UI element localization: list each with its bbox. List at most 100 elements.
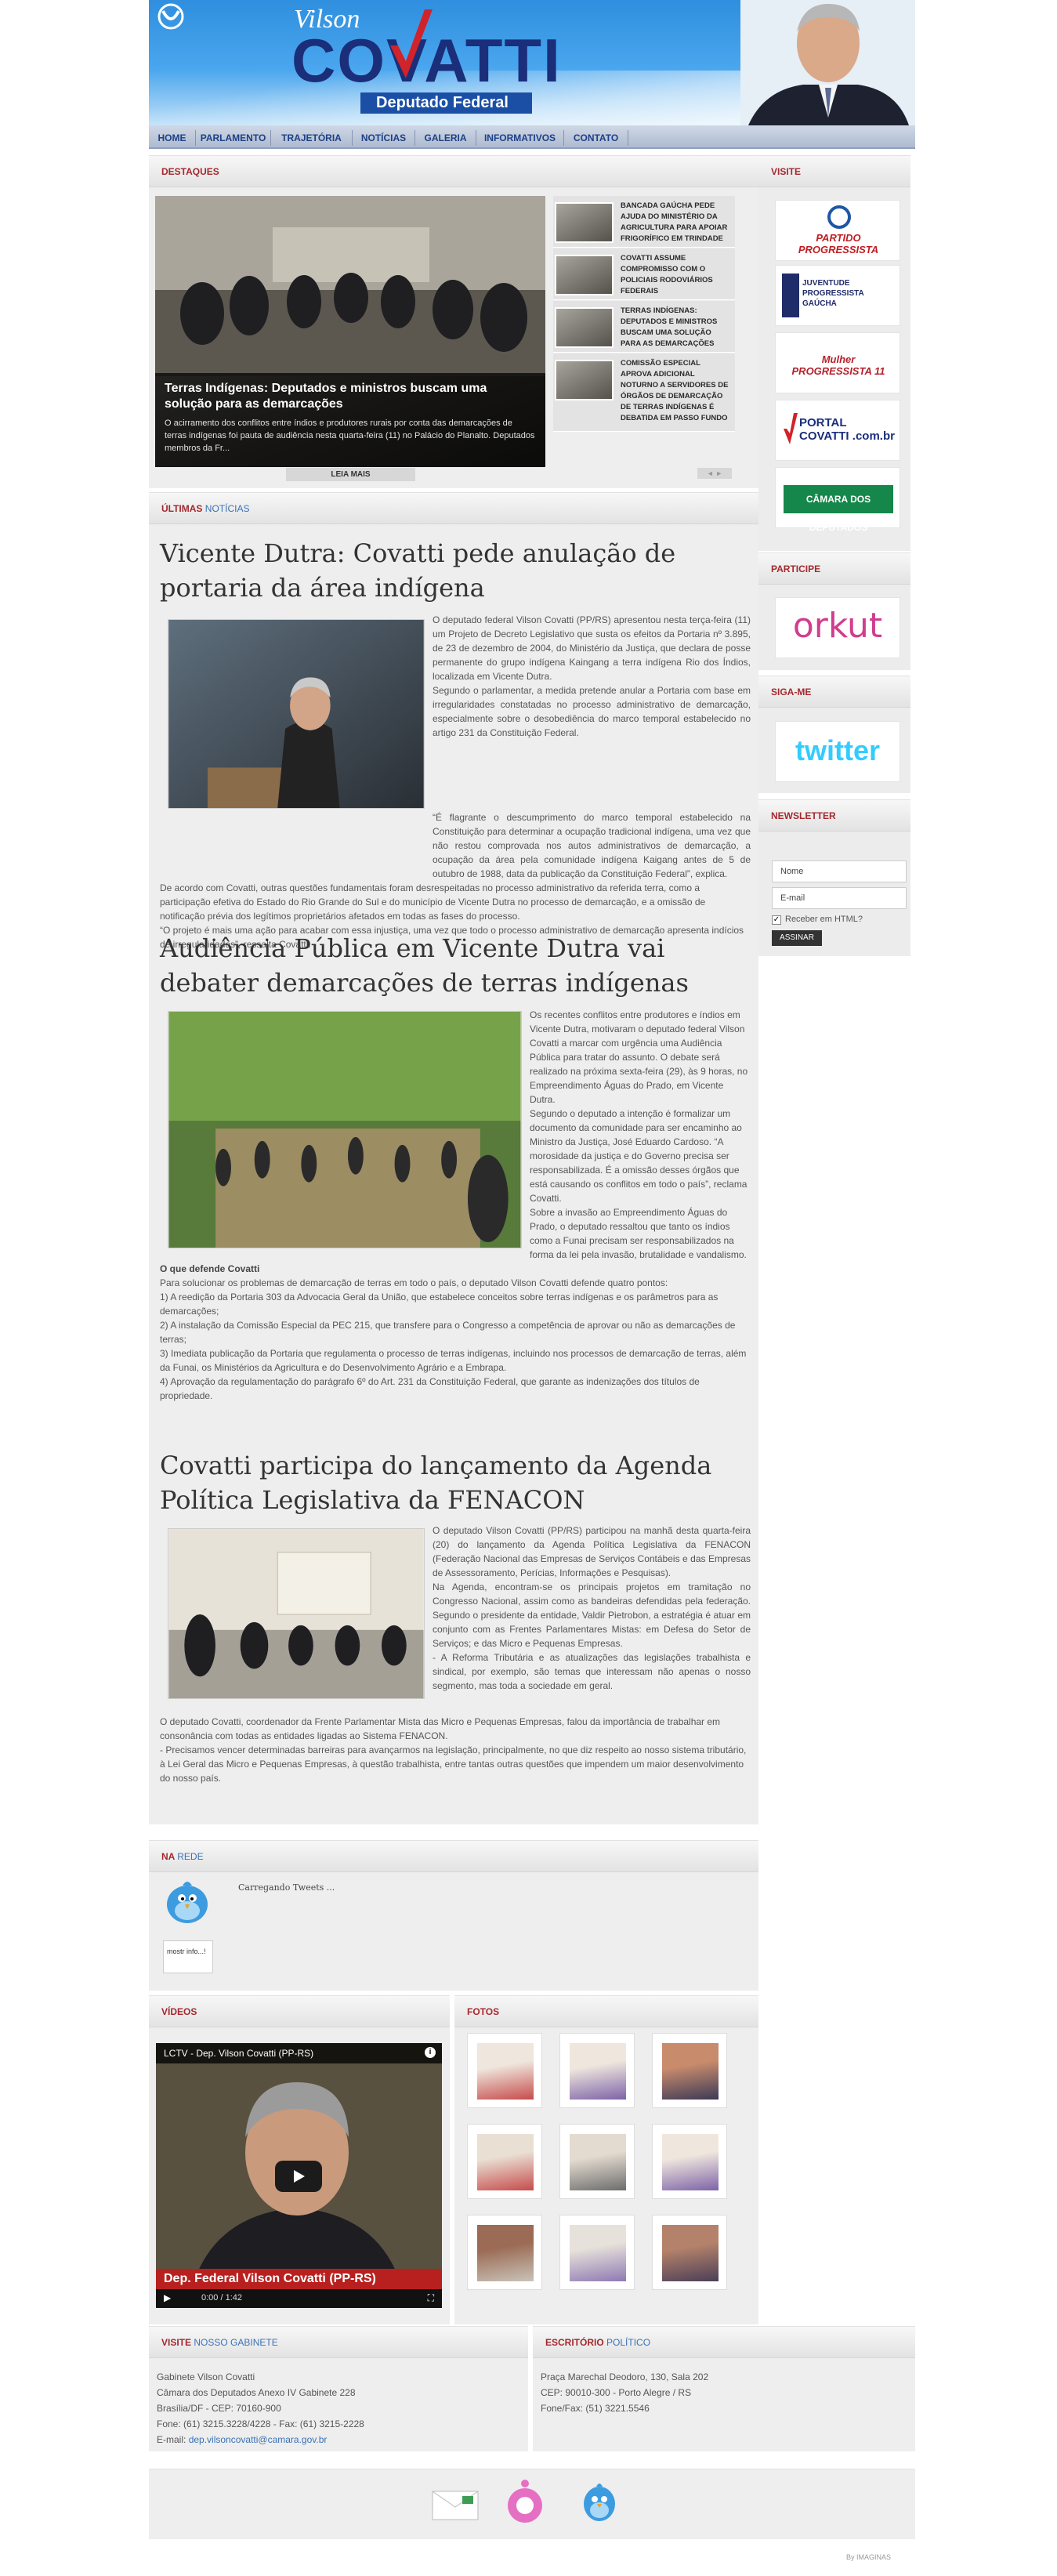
photo-thumbnail[interactable] xyxy=(652,2215,727,2290)
logo-juventude[interactable]: JUVENTUDE PROGRESSISTA GAÚCHA xyxy=(775,265,900,326)
article-point: 4) Aprovação da regulamentação do parágr… xyxy=(160,1376,700,1401)
address-line: Brasília/DF - CEP: 70160-900 xyxy=(157,2403,281,2414)
nav-trajetoria[interactable]: TRAJETÓRIA xyxy=(271,130,353,146)
nav-informativos[interactable]: INFORMATIVOS xyxy=(476,130,564,146)
site-credit[interactable]: By IMAGINAS xyxy=(846,2553,891,2561)
article-paragraph: Na Agenda, encontram-se os principais pr… xyxy=(433,1581,751,1649)
photo-thumbnail[interactable] xyxy=(467,2124,542,2199)
article-body: O deputado Vilson Covatti (PP/RS) partic… xyxy=(433,1523,751,1693)
destaque-thumb xyxy=(555,307,614,348)
page: Vilson COVATTI Deputado Federal HOME PAR… xyxy=(149,0,915,2576)
news-heading-a: ÚLTIMAS xyxy=(161,503,203,514)
social-bar xyxy=(149,2469,915,2539)
photo-image xyxy=(570,2043,626,2100)
play-control-icon[interactable]: ▶ xyxy=(164,2292,171,2303)
destaque-thumb xyxy=(555,360,614,400)
orkut-link[interactable]: orkut xyxy=(775,597,900,658)
logo-partido-progressista[interactable]: PARTIDO PROGRESSISTA xyxy=(775,200,900,261)
twitter-icon[interactable] xyxy=(580,2477,619,2527)
nav-noticias[interactable]: NOTÍCIAS xyxy=(353,130,415,146)
orkut-icon[interactable] xyxy=(505,2479,545,2527)
email-icon[interactable] xyxy=(431,2487,480,2523)
twitter-bird-icon[interactable] xyxy=(163,1875,212,1929)
logo-mulher-progressista[interactable]: Mulher PROGRESSISTA 11 xyxy=(775,332,900,393)
nav-parlamento[interactable]: PARLAMENTO xyxy=(196,130,271,146)
destaque-thumb xyxy=(555,202,614,243)
photo-thumbnail[interactable] xyxy=(559,2124,635,2199)
tweets-loading: Carregando Tweets ... xyxy=(238,1882,335,1893)
play-icon xyxy=(294,2170,305,2183)
subscribe-button[interactable]: ASSINAR xyxy=(772,930,822,946)
escritorio-address: Praça Marechal Deodoro, 130, Sala 202 CE… xyxy=(541,2369,708,2416)
video-title[interactable]: LCTV - Dep. Vilson Covatti (PP-RS) xyxy=(156,2043,442,2063)
gabinete-heading: VISITE NOSSO GABINETE xyxy=(149,2327,528,2358)
article-photo[interactable] xyxy=(168,619,425,809)
address-line: Praça Marechal Deodoro, 130, Sala 202 xyxy=(541,2371,709,2382)
photo-image xyxy=(477,2134,534,2190)
fullscreen-icon[interactable]: ⛶ xyxy=(428,2292,434,2304)
fotos-heading: FOTOS xyxy=(454,1996,758,2027)
featured-news[interactable]: Terras Indígenas: Deputados e ministros … xyxy=(155,196,545,467)
nav-contato[interactable]: CONTATO xyxy=(564,130,628,146)
jp-mark-icon xyxy=(782,274,799,317)
destaques-heading: DESTAQUES xyxy=(149,156,758,187)
destaque-item[interactable]: COVATTI ASSUME COMPROMISSO COM O POLICIA… xyxy=(553,248,735,300)
article-body: “É flagrante o descumprimento do marco t… xyxy=(160,810,751,951)
logo-camara[interactable]: CÂMARA DOS DEPUTADOS xyxy=(775,467,900,533)
photo-image xyxy=(570,2225,626,2281)
email-label: E-mail: xyxy=(157,2434,186,2445)
video-player[interactable]: LCTV - Dep. Vilson Covatti (PP-RS) i Dep… xyxy=(156,2043,442,2308)
escritorio-heading: ESCRITÓRIO POLÍTICO xyxy=(533,2327,915,2358)
orkut-logo: orkut xyxy=(792,606,883,646)
photo-thumbnail[interactable] xyxy=(467,2033,542,2108)
article-title[interactable]: Audiência Pública em Vicente Dutra vai d… xyxy=(160,931,740,1000)
article-paragraph: O deputado federal Vilson Covatti (PP/RS… xyxy=(433,614,751,682)
twitter-logo: twitter xyxy=(795,734,880,766)
destaque-item[interactable]: BANCADA GAÚCHA PEDE AJUDA DO MINISTÉRIO … xyxy=(553,196,735,248)
gabinete-address: Gabinete Vilson Covatti Câmara dos Deput… xyxy=(157,2369,364,2447)
destaque-item-title: COMISSÃO ESPECIAL APROVA ADICIONAL NOTUR… xyxy=(621,359,729,422)
photo-thumbnail[interactable] xyxy=(559,2215,635,2290)
party-logo-icon[interactable] xyxy=(155,3,186,30)
nav-galeria[interactable]: GALERIA xyxy=(415,130,476,146)
video-lower-third: Dep. Federal Vilson Covatti (PP-RS) xyxy=(156,2269,442,2289)
play-button[interactable] xyxy=(275,2161,322,2192)
article-paragraph: De acordo com Covatti, outras questões f… xyxy=(160,882,706,922)
newsletter-name-input[interactable]: Nome xyxy=(772,860,907,882)
newsletter-email-input[interactable]: E-mail xyxy=(772,887,907,909)
tweet-bubble[interactable]: mostr info...! xyxy=(163,1940,213,1973)
article-title[interactable]: Vicente Dutra: Covatti pede anulação de … xyxy=(160,536,740,605)
address-line: Gabinete Vilson Covatti xyxy=(157,2371,255,2382)
videos-heading: VÍDEOS xyxy=(149,1996,450,2027)
email-link[interactable]: dep.vilsoncovatti@camara.gov.br xyxy=(189,2434,328,2445)
photo-thumbnail[interactable] xyxy=(467,2215,542,2290)
destaque-item[interactable]: TERRAS INDÍGENAS: DEPUTADOS E MINISTROS … xyxy=(553,301,735,353)
article-title[interactable]: Covatti participa do lançamento da Agend… xyxy=(160,1448,740,1517)
nav-home[interactable]: HOME xyxy=(149,130,196,146)
twitter-link[interactable]: twitter xyxy=(775,721,900,782)
destaques-pager[interactable]: ◄ ► xyxy=(697,468,732,479)
logo-text: PORTAL COVATTI .com.br xyxy=(799,416,895,443)
logo-portal-covatti[interactable]: PORTAL COVATTI .com.br xyxy=(775,400,900,461)
photo-thumbnail[interactable] xyxy=(652,2033,727,2108)
html-checkbox[interactable]: ✓ xyxy=(772,915,781,925)
gabinete-heading-a: VISITE xyxy=(161,2337,192,2348)
photo-image xyxy=(662,2134,719,2190)
visite-heading: VISITE xyxy=(758,156,910,187)
photo-thumbnail[interactable] xyxy=(559,2033,635,2108)
featured-title[interactable]: Terras Indígenas: Deputados e ministros … xyxy=(165,381,536,412)
photo-image xyxy=(477,2225,534,2281)
article-photo[interactable] xyxy=(168,1528,425,1699)
address-line: CEP: 90010-300 - Porto Alegre / RS xyxy=(541,2387,692,2398)
deputy-portrait xyxy=(740,0,915,125)
photo-thumbnail[interactable] xyxy=(652,2124,727,2199)
logo-text: PARTIDO PROGRESSISTA xyxy=(798,232,879,255)
article-paragraph: Para solucionar os problemas de demarcaç… xyxy=(160,1277,668,1288)
read-more-button[interactable]: LEIA MAIS xyxy=(286,468,415,481)
site-header: Vilson COVATTI Deputado Federal xyxy=(149,0,915,125)
article-paragraph: Sobre a invasão ao Empreendimento Águas … xyxy=(530,1207,747,1260)
info-icon[interactable]: i xyxy=(425,2047,436,2058)
photo-image xyxy=(477,2043,534,2100)
article-subheading: O que defende Covatti xyxy=(160,1263,260,1274)
destaque-item[interactable]: COMISSÃO ESPECIAL APROVA ADICIONAL NOTUR… xyxy=(553,353,735,432)
